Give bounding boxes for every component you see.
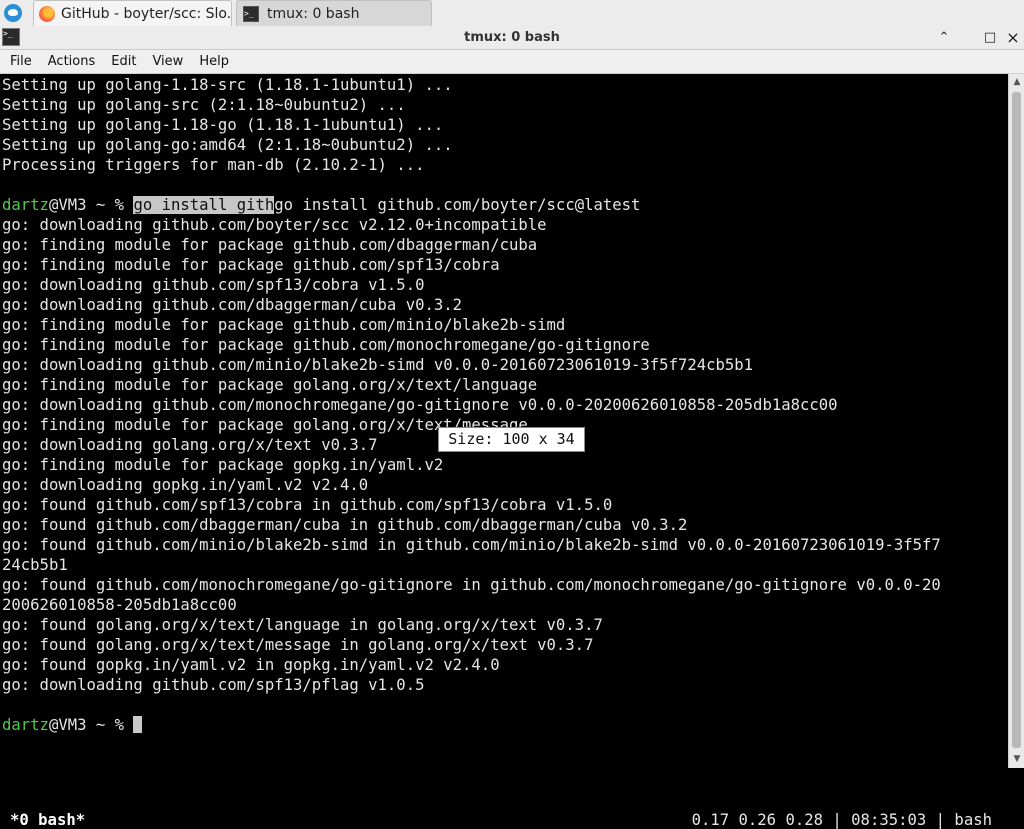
firefox-icon	[39, 5, 55, 22]
menu-help[interactable]: Help	[193, 54, 235, 69]
tmux-status-right: 0.17 0.26 0.28 | 08:35:03 | bash	[691, 811, 992, 829]
prompt-host-path: @VM3 ~ %	[48, 716, 134, 734]
terminal-line: go: found golang.org/x/text/language in …	[2, 616, 603, 634]
taskbar-tab-firefox[interactable]: GitHub - boyter/scc: Slo...	[33, 0, 232, 26]
minimize-button[interactable]: ⌃	[935, 29, 953, 47]
start-menu-icon[interactable]	[4, 4, 22, 22]
terminal-line: go: finding module for package gopkg.in/…	[2, 456, 444, 474]
terminal-line: Processing triggers for man-db (2.10.2-1…	[2, 156, 425, 174]
terminal-line: go: downloading github.com/spf13/pflag v…	[2, 676, 425, 694]
window-titlebar[interactable]: >_ tmux: 0 bash ⌃ □ ×	[0, 27, 1024, 50]
menu-bar: File Actions Edit View Help	[0, 50, 1024, 74]
vertical-scrollbar[interactable]: ▲ ▼	[1008, 74, 1024, 768]
terminal-line: Setting up golang-go:amd64 (2:1.18~0ubun…	[2, 136, 453, 154]
terminal-line: go: downloading github.com/boyter/scc v2…	[2, 216, 547, 234]
maximize-button[interactable]: □	[981, 29, 999, 47]
terminal-output[interactable]: Setting up golang-1.18-src (1.18.1-1ubun…	[0, 74, 1024, 829]
tmux-window-list[interactable]: *0 bash*	[10, 811, 85, 829]
terminal-line: go: finding module for package github.co…	[2, 236, 538, 254]
menu-actions[interactable]: Actions	[42, 54, 102, 69]
terminal-lines: Setting up golang-1.18-src (1.18.1-1ubun…	[2, 75, 1006, 735]
terminal-line: 24cb5b1	[2, 556, 68, 574]
menu-edit[interactable]: Edit	[105, 54, 142, 69]
terminal-line: go: found github.com/dbaggerman/cuba in …	[2, 516, 688, 534]
command-text: go install github.com/boyter/scc@latest	[274, 196, 641, 214]
terminal-line: go: downloading github.com/spf13/cobra v…	[2, 276, 425, 294]
terminal-line: go: finding module for package github.co…	[2, 256, 500, 274]
taskbar-tab-label: tmux: 0 bash	[267, 5, 360, 22]
selected-text[interactable]: go install gith	[133, 196, 275, 214]
text-cursor	[133, 716, 143, 733]
prompt-user: dartz	[2, 196, 49, 214]
terminal-icon: >_	[243, 5, 259, 22]
terminal-line: go: found gopkg.in/yaml.v2 in gopkg.in/y…	[2, 656, 500, 674]
scroll-up-arrow-icon[interactable]: ▲	[1009, 75, 1024, 89]
scrollbar-thumb[interactable]	[1012, 92, 1021, 748]
resize-size-tooltip: Size: 100 x 34	[438, 427, 585, 452]
terminal-line: go: downloading gopkg.in/yaml.v2 v2.4.0	[2, 476, 369, 494]
terminal-line: go: found golang.org/x/text/message in g…	[2, 636, 594, 654]
prompt-host-path: @VM3 ~ %	[48, 196, 134, 214]
terminal-line: 200626010858-205db1a8cc00	[2, 596, 237, 614]
scroll-down-arrow-icon[interactable]: ▼	[1009, 752, 1024, 766]
prompt-user: dartz	[2, 716, 49, 734]
menu-file[interactable]: File	[4, 54, 38, 69]
terminal-line: Setting up golang-src (2:1.18~0ubuntu2) …	[2, 96, 406, 114]
terminal-line: Setting up golang-1.18-go (1.18.1-1ubunt…	[2, 116, 444, 134]
terminal-line: go: found github.com/monochromegane/go-g…	[2, 576, 941, 594]
terminal-line: Setting up golang-1.18-src (1.18.1-1ubun…	[2, 76, 453, 94]
taskbar: GitHub - boyter/scc: Slo... >_ tmux: 0 b…	[0, 0, 1024, 28]
terminal-line: go: finding module for package golang.or…	[2, 376, 538, 394]
terminal-line: go: found github.com/spf13/cobra in gith…	[2, 496, 613, 514]
close-button[interactable]: ×	[1004, 29, 1022, 47]
terminal-line: go: finding module for package github.co…	[2, 336, 650, 354]
terminal-line: go: downloading github.com/minio/blake2b…	[2, 356, 754, 374]
terminal-line: go: downloading github.com/dbaggerman/cu…	[2, 296, 463, 314]
taskbar-tab-label: GitHub - boyter/scc: Slo...	[61, 5, 232, 22]
menu-view[interactable]: View	[146, 54, 189, 69]
terminal-line: go: found github.com/minio/blake2b-simd …	[2, 536, 941, 554]
taskbar-tab-terminal[interactable]: >_ tmux: 0 bash	[236, 0, 432, 26]
window-title: tmux: 0 bash	[464, 30, 560, 45]
command-line: dartz@VM3 ~ % go install githgo install …	[2, 195, 1006, 215]
terminal-line: go: downloading github.com/monochromegan…	[2, 396, 838, 414]
prompt-line: dartz@VM3 ~ %	[2, 715, 1006, 735]
terminal-line: go: finding module for package github.co…	[2, 316, 566, 334]
